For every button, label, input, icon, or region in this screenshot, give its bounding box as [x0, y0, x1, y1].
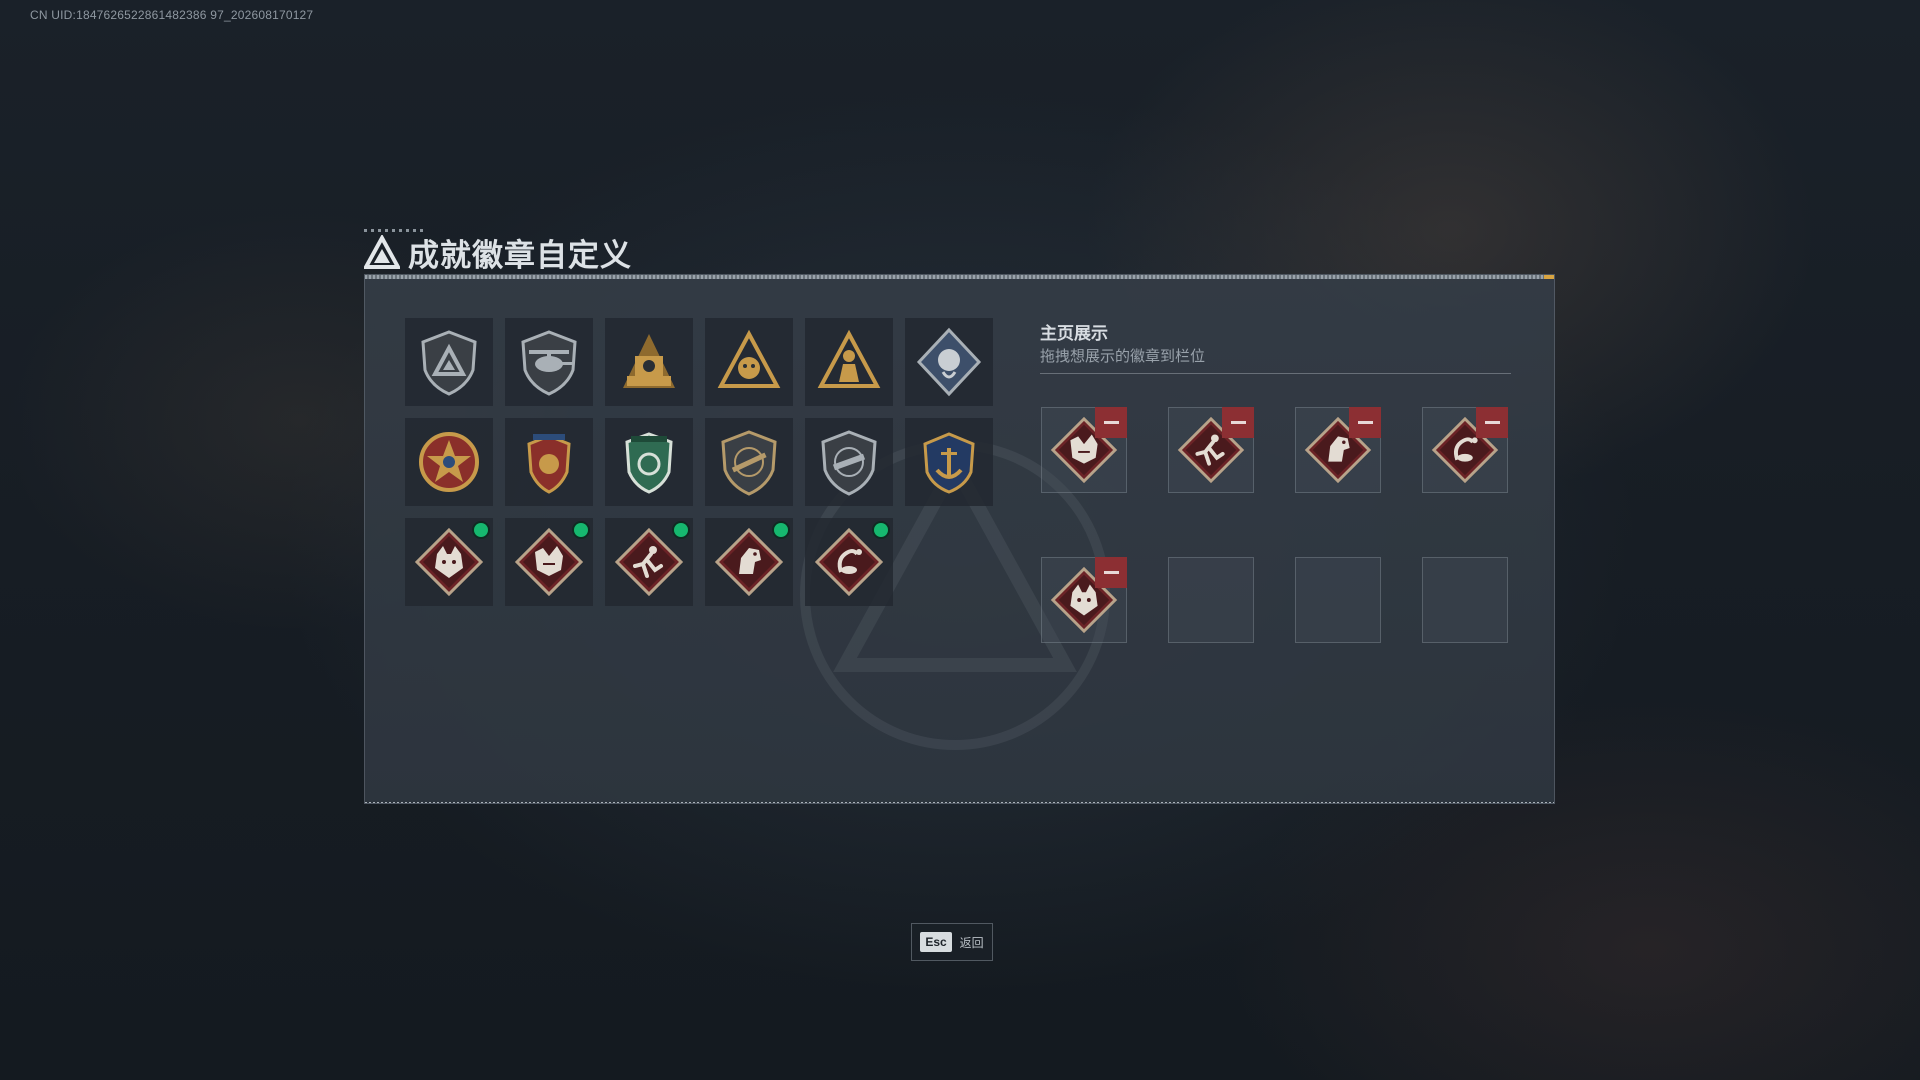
back-button[interactable]: Esc 返回: [911, 923, 993, 961]
display-slot-filled[interactable]: [1295, 407, 1381, 493]
new-indicator-dot: [574, 523, 588, 537]
badge-item[interactable]: [705, 318, 793, 406]
remove-badge-button[interactable]: [1222, 407, 1254, 438]
shield-delta-icon: [421, 330, 477, 396]
back-label: 返回: [959, 935, 984, 950]
minus-icon: [1230, 421, 1246, 424]
panel-top-border: [365, 275, 1554, 279]
new-indicator-dot: [474, 523, 488, 537]
badge-item[interactable]: [605, 318, 693, 406]
badge-item[interactable]: [905, 418, 993, 506]
badge-item[interactable]: [505, 518, 593, 606]
star-medal-icon: [419, 432, 479, 492]
delta-logo-icon: [364, 234, 400, 269]
display-title: 主页展示: [1040, 324, 1108, 343]
display-slot-filled[interactable]: [1041, 557, 1127, 643]
remove-badge-button[interactable]: [1095, 557, 1127, 588]
display-slot-filled[interactable]: [1168, 407, 1254, 493]
uid-label: CN UID:1847626522861482386 97_2026081701…: [30, 8, 314, 22]
new-indicator-dot: [874, 523, 888, 537]
badge-item[interactable]: [405, 518, 493, 606]
panel-accent: [1544, 275, 1554, 279]
new-indicator-dot: [674, 523, 688, 537]
badge-customize-panel: 主页展示 拖拽想展示的徽章到栏位: [364, 274, 1555, 804]
esc-key-hint: Esc: [920, 932, 952, 952]
golden-triangle-beast-icon: [717, 329, 781, 388]
golden-tower-icon: [623, 334, 675, 388]
horse-diamond-icon: [714, 527, 784, 597]
badge-item[interactable]: [805, 518, 893, 606]
remove-badge-button[interactable]: [1349, 407, 1381, 438]
page-title: 成就徽章自定义: [408, 238, 632, 273]
winged-shield-medal-icon: [527, 434, 571, 494]
minus-icon: [1103, 421, 1119, 424]
minus-icon: [1357, 421, 1373, 424]
remove-badge-button[interactable]: [1095, 407, 1127, 438]
badge-item[interactable]: [405, 318, 493, 406]
dragon-diamond-icon: [514, 527, 584, 597]
display-slot-filled[interactable]: [1422, 407, 1508, 493]
badge-item[interactable]: [705, 518, 793, 606]
page-header: 成就徽章自定义: [364, 230, 632, 275]
navy-anchor-icon: [923, 432, 975, 494]
display-slot-empty[interactable]: [1422, 557, 1508, 643]
badge-item[interactable]: [605, 418, 693, 506]
badge-item[interactable]: [405, 418, 493, 506]
badge-item[interactable]: [905, 318, 993, 406]
display-subtitle: 拖拽想展示的徽章到栏位: [1040, 348, 1206, 365]
badge-item[interactable]: [805, 418, 893, 506]
minus-icon: [1484, 421, 1500, 424]
scorpion-diamond-icon: [814, 527, 884, 597]
green-shield-icon: [625, 432, 673, 494]
display-slot-empty[interactable]: [1168, 557, 1254, 643]
runner-diamond-icon: [614, 527, 684, 597]
new-indicator-dot: [774, 523, 788, 537]
helicopter-shield-icon: [521, 330, 577, 396]
rifle-shield-icon: [721, 430, 777, 496]
badge-item[interactable]: [505, 418, 593, 506]
panel-bottom-border: [365, 802, 1554, 803]
badge-item[interactable]: [505, 318, 593, 406]
minus-icon: [1103, 571, 1119, 574]
golden-triangle-soldier-icon: [817, 329, 881, 388]
smg-shield-icon: [821, 430, 877, 496]
badge-item[interactable]: [805, 318, 893, 406]
display-slot-empty[interactable]: [1295, 557, 1381, 643]
wolf-diamond-icon: [414, 527, 484, 597]
display-slot-filled[interactable]: [1041, 407, 1127, 493]
display-divider: [1040, 373, 1511, 374]
silver-rose-diamond-icon: [916, 327, 982, 397]
badge-item[interactable]: [705, 418, 793, 506]
remove-badge-button[interactable]: [1476, 407, 1508, 438]
badge-item[interactable]: [605, 518, 693, 606]
